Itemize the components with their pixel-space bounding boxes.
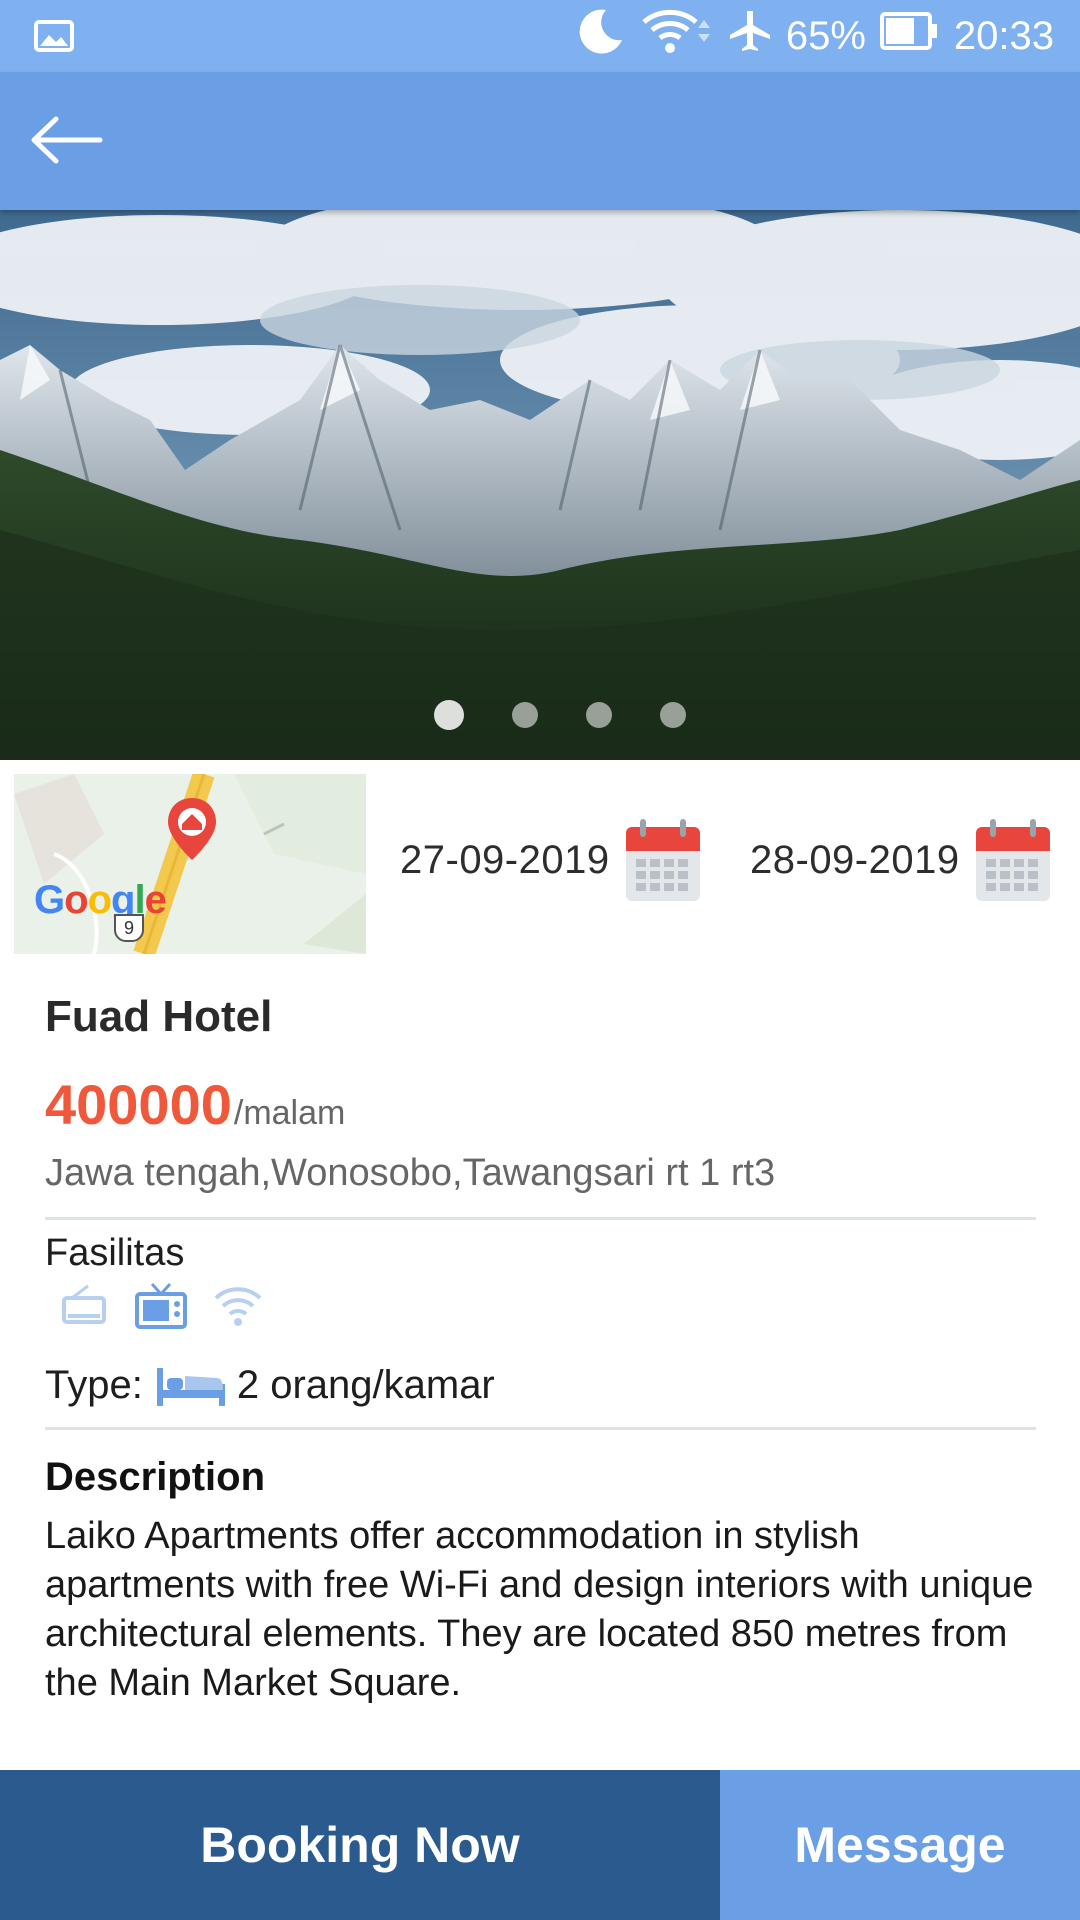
carousel-indicators <box>0 700 1080 730</box>
hotel-name: Fuad Hotel <box>45 992 273 1041</box>
carousel-dot[interactable] <box>660 702 686 728</box>
carousel-dot[interactable] <box>586 702 612 728</box>
divider <box>45 1427 1036 1430</box>
radio-icon <box>62 1284 106 1324</box>
type-label: Type: <box>45 1362 143 1407</box>
battery-percent: 65% <box>785 13 866 58</box>
google-logo: Google <box>34 878 167 922</box>
check-out-date-picker[interactable]: 28-09-2019 <box>750 810 1052 910</box>
calendar-icon <box>975 819 1050 901</box>
hotel-photo-carousel[interactable] <box>0 210 1080 760</box>
message-button[interactable]: Message <box>720 1770 1080 1920</box>
moon-icon <box>576 6 626 66</box>
carousel-dot[interactable] <box>434 700 464 730</box>
calendar-icon <box>625 819 700 901</box>
facilities-label: Fasilitas <box>45 1232 185 1274</box>
type-value: 2 orang/kamar <box>236 1362 495 1407</box>
check-out-date: 28-09-2019 <box>750 837 960 882</box>
status-bar: 65% 20:33 <box>0 0 1080 72</box>
map-thumbnail[interactable]: Google 9 <box>14 774 366 954</box>
app-bar <box>0 72 1080 210</box>
route-shield: 9 <box>114 914 144 942</box>
booking-now-button[interactable]: Booking Now <box>0 1770 720 1920</box>
arrow-left-icon <box>31 116 103 164</box>
room-type-row: Type: 2 orang/kamar <box>45 1362 495 1408</box>
price-value: 400000 <box>45 1073 232 1136</box>
check-in-date-picker[interactable]: 27-09-2019 <box>400 810 702 910</box>
carousel-dot[interactable] <box>512 702 538 728</box>
airplane-icon <box>728 9 772 63</box>
gallery-icon <box>34 20 74 57</box>
map-pin-icon <box>168 798 216 860</box>
price-row: 400000 /malam <box>45 1072 345 1137</box>
wifi-icon <box>214 1287 262 1326</box>
bed-icon <box>156 1368 225 1406</box>
hotel-address: Jawa tengah,Wonosobo,Tawangsari rt 1 rt3 <box>45 1152 776 1194</box>
battery-icon <box>879 11 940 61</box>
description-title: Description <box>45 1455 266 1499</box>
facility-icons <box>58 1280 264 1330</box>
clock: 20:33 <box>953 13 1054 58</box>
divider <box>45 1217 1036 1220</box>
mountain-photo <box>0 210 1080 760</box>
check-in-date: 27-09-2019 <box>400 837 610 882</box>
back-button[interactable] <box>26 105 106 175</box>
wifi-icon <box>640 6 714 66</box>
description-text: Laiko Apartments offer accommodation in … <box>45 1515 1034 1704</box>
tv-icon <box>135 1282 187 1329</box>
price-unit: /malam <box>233 1094 346 1132</box>
